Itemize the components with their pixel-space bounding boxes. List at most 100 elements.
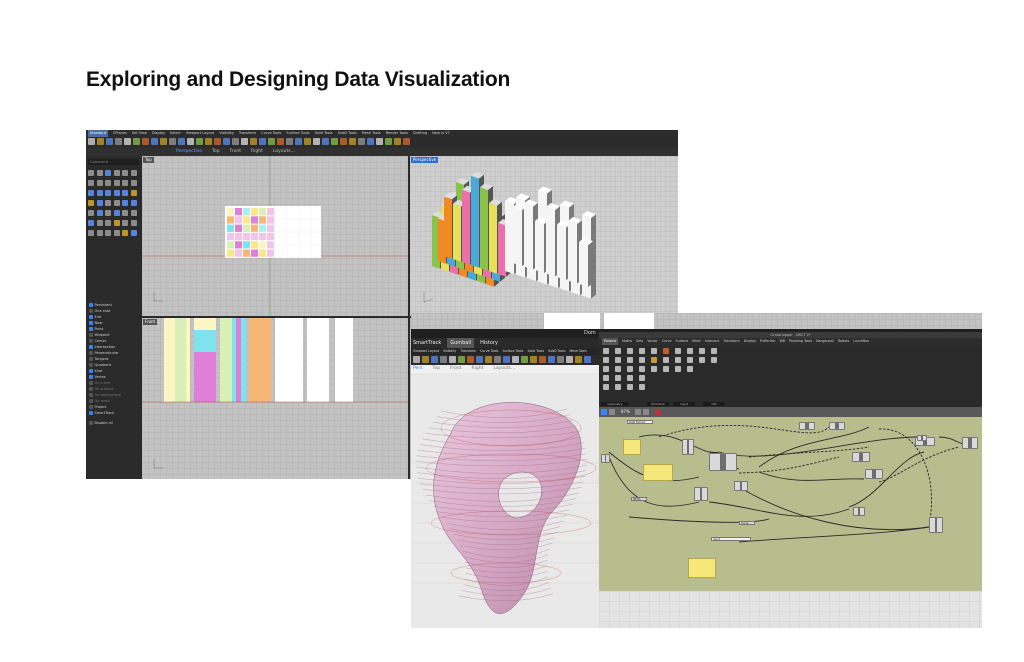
gh-component-node[interactable] [917, 435, 927, 441]
menu-tab[interactable]: Visibility [219, 130, 234, 137]
tool-icon[interactable] [122, 190, 128, 196]
osnap-checkbox[interactable] [89, 333, 93, 337]
toolbar-icon[interactable] [385, 138, 392, 145]
gh-component-icon[interactable] [663, 366, 669, 372]
gh-menu-tab[interactable]: Paneling Tools [789, 338, 812, 345]
gh-component-icon[interactable] [711, 357, 717, 363]
gh-component-icon[interactable] [603, 375, 609, 381]
gh-component-icon[interactable] [615, 366, 621, 372]
gh-component-icon[interactable] [615, 375, 621, 381]
toolbar-icon[interactable] [394, 138, 401, 145]
tool-icon[interactable] [113, 170, 120, 176]
tool-icon[interactable] [96, 180, 103, 186]
gh-menu-tab[interactable]: Surface [676, 338, 689, 345]
gh-component-node[interactable] [734, 481, 748, 491]
gh-menu-tab[interactable]: WB [780, 338, 786, 345]
view-tab[interactable]: Top [433, 365, 441, 373]
gh-component-icon[interactable] [639, 375, 645, 381]
toolbar-icon[interactable] [358, 138, 365, 145]
osnap-checkbox[interactable] [89, 345, 93, 349]
gh-menu-tab[interactable]: Curve [662, 338, 672, 345]
osnap-checkbox[interactable] [89, 387, 93, 391]
toolbar-icon[interactable] [268, 138, 275, 145]
menu-tab[interactable]: New in V7 [432, 130, 450, 137]
toolbar-icon[interactable] [539, 356, 546, 363]
tool-icon[interactable] [96, 170, 103, 176]
front-rhino-tab[interactable]: SmartTrack [413, 338, 441, 348]
toolbar-icon[interactable] [259, 138, 266, 145]
gh-component-icon[interactable] [651, 357, 657, 363]
gh-menu-tab[interactable]: Robots [838, 338, 849, 345]
tool-icon[interactable] [130, 200, 137, 206]
tool-icon[interactable] [88, 170, 94, 176]
gh-menu-tab[interactable]: Maths [622, 338, 632, 345]
gh-component-icon[interactable] [675, 357, 681, 363]
tool-icon[interactable] [105, 230, 111, 236]
toolbar-icon[interactable] [241, 138, 248, 145]
gh-component-icon[interactable] [615, 357, 621, 363]
toolbar-icon[interactable] [548, 356, 555, 363]
gh-menu-tab[interactable]: Mesh [692, 338, 701, 345]
gh-component-node[interactable] [929, 517, 943, 533]
osnap-checkbox[interactable] [89, 357, 93, 361]
osnap-checkbox[interactable] [89, 303, 93, 307]
gh-component-icon[interactable] [639, 357, 645, 363]
gh-menu-tab[interactable]: Transform [723, 338, 739, 345]
toolbar-icon[interactable] [349, 138, 356, 145]
toolbar-icon[interactable] [494, 356, 501, 363]
toolbar-icon[interactable] [530, 356, 537, 363]
osnap-checkbox[interactable] [89, 375, 93, 379]
tool-icon[interactable] [113, 210, 120, 216]
grasshopper-canvas[interactable]: Data Extract Input Width Curve [599, 417, 982, 591]
toolbar-icon[interactable] [313, 138, 320, 145]
gh-menu-tab[interactable]: LunchBox [853, 338, 869, 345]
gh-component-node[interactable] [852, 452, 870, 462]
osnap-checkbox[interactable] [89, 363, 93, 367]
gh-component-node[interactable] [694, 487, 708, 501]
menu-tab[interactable]: Surface Tools [286, 130, 309, 137]
gh-component-node[interactable] [829, 422, 845, 430]
toolbar-icon[interactable] [403, 138, 410, 145]
front-menu-tab[interactable]: Curve Tools [480, 348, 498, 355]
view-tab[interactable]: Front [230, 148, 241, 156]
gh-component-icon[interactable] [603, 384, 609, 390]
tool-icon[interactable] [96, 190, 103, 196]
tool-icon[interactable] [96, 230, 103, 236]
gh-component-node[interactable] [709, 453, 737, 471]
view-tab[interactable]: Pers [413, 365, 423, 373]
toolbar-icon[interactable] [557, 356, 564, 363]
gh-component-icon[interactable] [675, 366, 681, 372]
front-menu-tab[interactable]: Visibility [443, 348, 456, 355]
toolbar-icon[interactable] [286, 138, 293, 145]
osnap-checkbox[interactable] [89, 309, 93, 313]
gh-component-icon[interactable] [627, 375, 633, 381]
front-menu-tab[interactable]: Transform [460, 348, 476, 355]
toolbar-icon[interactable] [566, 356, 573, 363]
front-rhino-tab[interactable]: Gumball [447, 338, 475, 348]
panel-yellow[interactable] [643, 464, 673, 481]
tool-icon[interactable] [88, 190, 94, 196]
gh-menu-tab[interactable]: Vector [647, 338, 658, 345]
toolbar-icon[interactable] [277, 138, 284, 145]
menu-tab[interactable]: Drafting [413, 130, 427, 137]
menu-tab[interactable]: Render Tools [386, 130, 408, 137]
toolbar-icon[interactable] [413, 356, 420, 363]
tool-icon[interactable] [122, 230, 128, 236]
gh-component-icon[interactable] [639, 366, 645, 372]
tool-icon[interactable] [130, 210, 137, 216]
front-menu-tab[interactable]: Surface Tools [502, 348, 523, 355]
gh-component-icon[interactable] [627, 357, 633, 363]
toolbar-icon[interactable] [169, 138, 176, 145]
toolbar-icon[interactable] [160, 138, 167, 145]
gh-component-icon[interactable] [603, 357, 609, 363]
gh-component-node[interactable] [601, 454, 610, 463]
fit-icon[interactable] [635, 409, 641, 415]
view-tab[interactable]: Layouts... [493, 365, 515, 373]
toolbar-icon[interactable] [440, 356, 447, 363]
tool-icon[interactable] [122, 180, 128, 186]
tool-icon[interactable] [122, 210, 128, 216]
toolbar-icon[interactable] [178, 138, 185, 145]
gh-component-node[interactable] [799, 422, 815, 430]
gh-component-icon[interactable] [699, 348, 705, 354]
number-slider[interactable]: Input [711, 537, 751, 541]
